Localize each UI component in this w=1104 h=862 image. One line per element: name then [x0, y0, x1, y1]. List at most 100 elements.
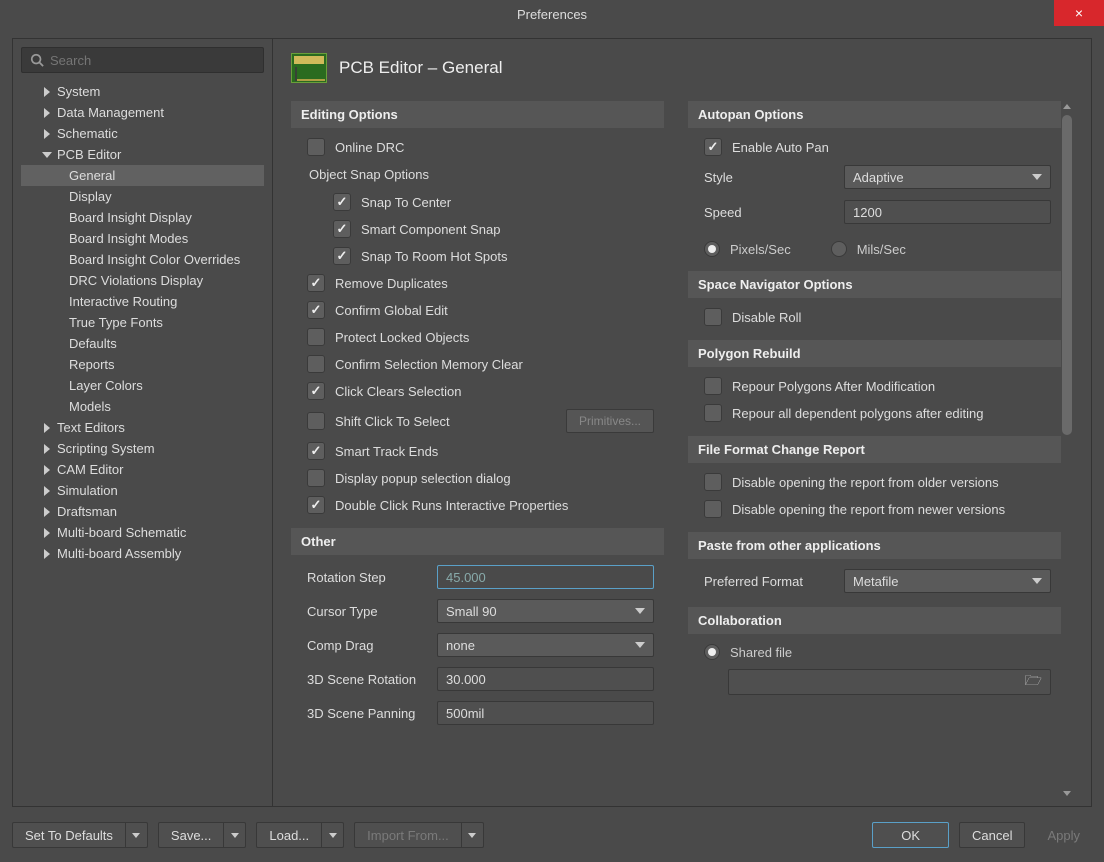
load-dropdown[interactable]	[322, 822, 344, 848]
tree-item-scripting-system[interactable]: Scripting System	[21, 438, 264, 459]
popup-sel-row[interactable]: Display popup selection dialog	[307, 469, 654, 487]
ff-newer-row[interactable]: Disable opening the report from newer ve…	[704, 500, 1051, 518]
tree-item-board-insight-modes[interactable]: Board Insight Modes	[21, 228, 264, 249]
snap-room-row[interactable]: Snap To Room Hot Spots	[333, 247, 654, 265]
chevron-right-icon[interactable]	[41, 464, 53, 476]
disable-roll-checkbox[interactable]	[704, 308, 722, 326]
tree-item-general[interactable]: General	[21, 165, 264, 186]
confirm-selmem-row[interactable]: Confirm Selection Memory Clear	[307, 355, 654, 373]
load-split[interactable]: Load...	[256, 822, 344, 848]
pref-format-select[interactable]: Metafile	[844, 569, 1051, 593]
import-split[interactable]: Import From...	[354, 822, 484, 848]
dblclick-props-checkbox[interactable]	[307, 496, 325, 514]
click-clears-row[interactable]: Click Clears Selection	[307, 382, 654, 400]
tree-item-board-insight-display[interactable]: Board Insight Display	[21, 207, 264, 228]
ff-newer-checkbox[interactable]	[704, 500, 722, 518]
snap-room-checkbox[interactable]	[333, 247, 351, 265]
tree-item-system[interactable]: System	[21, 81, 264, 102]
autopan-speed-input[interactable]	[844, 200, 1051, 224]
tree-item-data-management[interactable]: Data Management	[21, 102, 264, 123]
tree-item-true-type-fonts[interactable]: True Type Fonts	[21, 312, 264, 333]
snap-center-checkbox[interactable]	[333, 193, 351, 211]
tree-item-drc-violations-display[interactable]: DRC Violations Display	[21, 270, 264, 291]
confirm-global-checkbox[interactable]	[307, 301, 325, 319]
chevron-right-icon[interactable]	[41, 506, 53, 518]
disable-roll-row[interactable]: Disable Roll	[704, 308, 1051, 326]
tree-item-pcb-editor[interactable]: PCB Editor	[21, 144, 264, 165]
tree-item-cam-editor[interactable]: CAM Editor	[21, 459, 264, 480]
snap-center-row[interactable]: Snap To Center	[333, 193, 654, 211]
tree-item-board-insight-color-overrides[interactable]: Board Insight Color Overrides	[21, 249, 264, 270]
shared-file-radio[interactable]	[704, 644, 720, 660]
save-button[interactable]: Save...	[158, 822, 224, 848]
chevron-right-icon[interactable]	[41, 107, 53, 119]
protect-locked-row[interactable]: Protect Locked Objects	[307, 328, 654, 346]
scene-panning-input[interactable]	[437, 701, 654, 725]
save-dropdown[interactable]	[224, 822, 246, 848]
repour-mod-checkbox[interactable]	[704, 377, 722, 395]
autopan-style-select[interactable]: Adaptive	[844, 165, 1051, 189]
cancel-button[interactable]: Cancel	[959, 822, 1025, 848]
tree-item-simulation[interactable]: Simulation	[21, 480, 264, 501]
shift-click-checkbox[interactable]	[307, 412, 325, 430]
smart-comp-snap-checkbox[interactable]	[333, 220, 351, 238]
confirm-global-row[interactable]: Confirm Global Edit	[307, 301, 654, 319]
folder-icon[interactable]: 🗁	[1025, 670, 1042, 694]
rotation-step-input[interactable]	[437, 565, 654, 589]
repour-mod-row[interactable]: Repour Polygons After Modification	[704, 377, 1051, 395]
dblclick-props-row[interactable]: Double Click Runs Interactive Properties	[307, 496, 654, 514]
smart-track-row[interactable]: Smart Track Ends	[307, 442, 654, 460]
mils-sec-radio[interactable]	[831, 241, 847, 257]
smart-track-checkbox[interactable]	[307, 442, 325, 460]
chevron-down-icon[interactable]	[41, 149, 53, 161]
chevron-right-icon[interactable]	[41, 443, 53, 455]
comp-drag-select[interactable]: none	[437, 633, 654, 657]
ff-older-checkbox[interactable]	[704, 473, 722, 491]
online-drc-checkbox[interactable]	[307, 138, 325, 156]
close-button[interactable]: ×	[1054, 0, 1104, 26]
ff-older-row[interactable]: Disable opening the report from older ve…	[704, 473, 1051, 491]
ok-button[interactable]: OK	[872, 822, 949, 848]
tree-item-schematic[interactable]: Schematic	[21, 123, 264, 144]
tree-item-multi-board-assembly[interactable]: Multi-board Assembly	[21, 543, 264, 564]
chevron-right-icon[interactable]	[41, 86, 53, 98]
enable-autopan-row[interactable]: Enable Auto Pan	[704, 138, 1051, 156]
remove-dupes-row[interactable]: Remove Duplicates	[307, 274, 654, 292]
nav-tree[interactable]: SystemData ManagementSchematicPCB Editor…	[21, 81, 264, 798]
scene-rotation-input[interactable]	[437, 667, 654, 691]
set-defaults-button[interactable]: Set To Defaults	[12, 822, 126, 848]
tree-item-reports[interactable]: Reports	[21, 354, 264, 375]
chevron-right-icon[interactable]	[41, 422, 53, 434]
protect-locked-checkbox[interactable]	[307, 328, 325, 346]
tree-item-defaults[interactable]: Defaults	[21, 333, 264, 354]
scroll-down-icon[interactable]	[1062, 788, 1072, 798]
confirm-selmem-checkbox[interactable]	[307, 355, 325, 373]
pixels-sec-radio[interactable]	[704, 241, 720, 257]
scrollbar-vertical[interactable]	[1061, 101, 1073, 798]
search-box[interactable]	[21, 47, 264, 73]
enable-autopan-checkbox[interactable]	[704, 138, 722, 156]
import-dropdown[interactable]	[462, 822, 484, 848]
mils-sec-row[interactable]: Mils/Sec	[831, 241, 906, 257]
primitives-button[interactable]: Primitives...	[566, 409, 654, 433]
popup-sel-checkbox[interactable]	[307, 469, 325, 487]
tree-item-display[interactable]: Display	[21, 186, 264, 207]
apply-button[interactable]: Apply	[1035, 822, 1092, 848]
save-split[interactable]: Save...	[158, 822, 246, 848]
repour-dep-checkbox[interactable]	[704, 404, 722, 422]
cursor-type-select[interactable]: Small 90	[437, 599, 654, 623]
chevron-right-icon[interactable]	[41, 485, 53, 497]
smart-comp-snap-row[interactable]: Smart Component Snap	[333, 220, 654, 238]
tree-item-layer-colors[interactable]: Layer Colors	[21, 375, 264, 396]
online-drc-row[interactable]: Online DRC	[307, 138, 654, 156]
chevron-right-icon[interactable]	[41, 128, 53, 140]
import-button[interactable]: Import From...	[354, 822, 462, 848]
load-button[interactable]: Load...	[256, 822, 322, 848]
scroll-up-icon[interactable]	[1062, 101, 1072, 111]
tree-item-interactive-routing[interactable]: Interactive Routing	[21, 291, 264, 312]
click-clears-checkbox[interactable]	[307, 382, 325, 400]
chevron-right-icon[interactable]	[41, 527, 53, 539]
repour-dep-row[interactable]: Repour all dependent polygons after edit…	[704, 404, 1051, 422]
shift-click-row[interactable]: Shift Click To Select Primitives...	[307, 409, 654, 433]
tree-item-text-editors[interactable]: Text Editors	[21, 417, 264, 438]
